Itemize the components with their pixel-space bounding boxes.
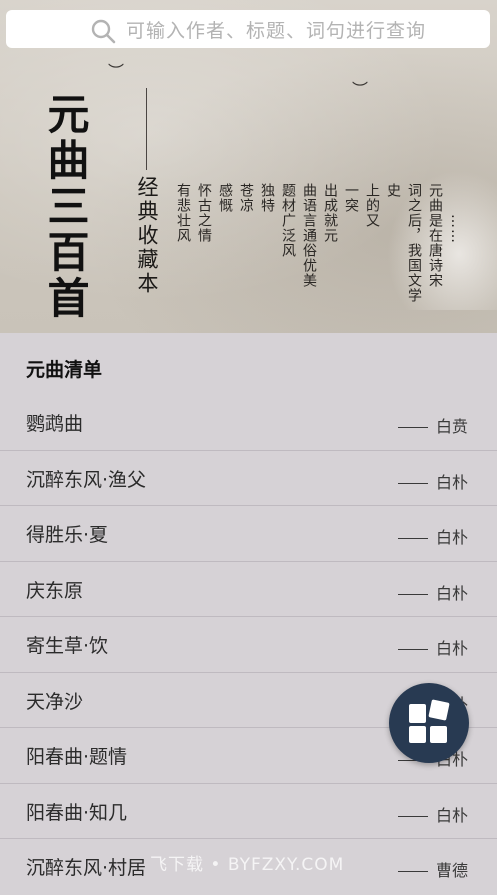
poem-title: 庆东原 — [26, 579, 84, 602]
author-name: 白朴 — [435, 528, 468, 547]
poem-author: 白贲 — [397, 413, 468, 437]
poem-title: 寄生草·饮 — [26, 635, 109, 657]
poem-title: 得胜乐·夏 — [26, 524, 109, 546]
poem-author: 白朴 — [397, 580, 468, 604]
grid-blocks-icon — [409, 699, 450, 743]
bird-icon: ︶ — [108, 62, 125, 81]
dash-divider — [397, 427, 428, 428]
intro-text: 元曲是在唐诗宋 词之后，我国文学史 上的又 一突 出成就元 曲语言通俗优美 题材… — [170, 183, 445, 313]
category-fab-button[interactable] — [389, 683, 469, 763]
search-input[interactable]: 可输入作者、标题、词句进行查询 — [126, 16, 426, 43]
list-item[interactable]: 寄生草·饮 白朴 — [0, 617, 497, 673]
search-bar[interactable]: 可输入作者、标题、词句进行查询 — [6, 10, 490, 48]
book-subtitle: 经典收藏本 — [135, 176, 159, 296]
poem-author: 白朴 — [397, 524, 468, 548]
poem-list: 鹦鹉曲 白贲 沉醉东风·渔父 白朴 得胜乐·夏 白朴 庆东原 白朴 寄生草·饮 … — [0, 395, 497, 895]
poem-title: 阳春曲·题情 — [26, 746, 128, 768]
hero-banner: ︶ ︶ ︶ ︶ 元曲三百首 经典收藏本 元曲是在唐诗宋 词之后，我国文学史 上的… — [0, 0, 497, 333]
intro-column: 元曲是在唐诗宋 — [427, 183, 443, 288]
poem-author: 曹德 — [397, 857, 468, 881]
list-header: 元曲清单 — [26, 359, 103, 381]
intro-column: 曲语言通俗优美 — [301, 183, 317, 288]
list-item[interactable]: 沉醉东风·渔父 白朴 — [0, 451, 497, 506]
list-item[interactable]: 鹦鹉曲 白贲 — [0, 395, 497, 451]
poem-title: 阳春曲·知几 — [26, 801, 128, 824]
intro-column: 一突 — [343, 183, 359, 213]
intro-column: 出成就元 — [322, 183, 338, 243]
poem-author: 白朴 — [397, 469, 468, 493]
intro-column: 独特 — [259, 183, 275, 213]
intro-column: 感慨 — [217, 183, 233, 213]
dash-divider — [397, 815, 428, 817]
intro-column: 有悲壮风 — [175, 183, 191, 243]
author-name: 白朴 — [435, 583, 468, 603]
dash-divider — [397, 649, 428, 650]
dash-divider — [397, 538, 428, 539]
dash-divider — [397, 482, 428, 484]
intro-column: 词之后，我国文学史 — [385, 183, 422, 303]
title-divider — [146, 88, 147, 170]
watermark: 飞下载 • BYFZXY.COM — [150, 855, 345, 875]
search-icon — [91, 19, 116, 44]
author-name: 曹德 — [435, 861, 468, 880]
dash-divider — [397, 871, 428, 872]
bird-icon: ︶ — [352, 80, 369, 99]
author-name: 白朴 — [435, 639, 468, 658]
poem-title: 鹦鹉曲 — [26, 413, 84, 435]
list-item[interactable]: 阳春曲·知几 白朴 — [0, 784, 497, 839]
author-name: 白朴 — [435, 472, 468, 492]
poem-title: 沉醉东风·渔父 — [26, 468, 147, 491]
intro-more: …… — [448, 214, 464, 244]
list-item[interactable]: 庆东原 白朴 — [0, 562, 497, 617]
poem-author: 白朴 — [397, 802, 468, 826]
intro-column: 怀古之情 — [196, 183, 212, 243]
author-name: 白贲 — [435, 417, 468, 436]
dash-divider — [397, 593, 428, 595]
author-name: 白朴 — [435, 805, 468, 825]
intro-column: 苍凉 — [238, 183, 254, 213]
intro-column: 上的又 — [364, 183, 380, 228]
book-title: 元曲三百首 — [41, 92, 90, 322]
intro-column: 题材广泛风 — [280, 183, 296, 258]
poem-title: 天净沙 — [26, 690, 84, 713]
poem-author: 白朴 — [397, 635, 468, 659]
list-item[interactable]: 得胜乐·夏 白朴 — [0, 506, 497, 562]
poem-title: 沉醉东风·村居 — [26, 857, 147, 879]
